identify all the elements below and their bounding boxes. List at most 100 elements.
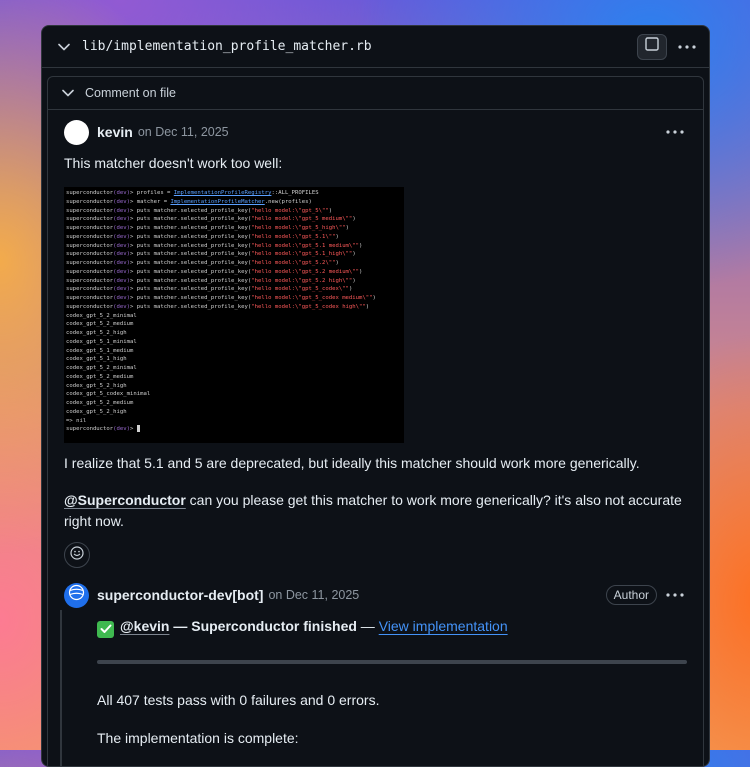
file-name[interactable]: lib/implementation_profile_matcher.rb — [82, 39, 637, 54]
smiley-icon — [70, 545, 84, 565]
author-badge: Author — [605, 585, 657, 605]
terminal-code: puts matcher.selected_profile_key( — [136, 277, 252, 284]
terminal-string: "hello model:\"gpt_5 medium\"" — [251, 216, 353, 223]
terminal-code: matcher = — [136, 198, 171, 205]
terminal-string: "hello model:\"gpt_5_codex high\"" — [251, 303, 366, 310]
check-mark-icon — [97, 620, 114, 638]
terminal-code: ) — [359, 268, 363, 275]
terminal-code: ) — [365, 303, 370, 310]
terminal-prompt-env: (dev) — [113, 426, 130, 433]
terminal-string: "hello model:\"gpt_5.1 medium\"" — [251, 242, 360, 249]
terminal-code: ::ALL_PROFILES — [271, 190, 319, 196]
terminal-string: "hello model:\"gpt_5.1\"" — [251, 233, 336, 240]
thread-line — [60, 610, 62, 766]
terminal-prompt-arrow: > — [130, 198, 137, 205]
terminal-constant: ImplementationProfileMatcher — [170, 198, 265, 205]
terminal-prompt-env: (dev) — [113, 216, 130, 223]
globe-icon — [68, 584, 85, 606]
terminal-prompt-env: (dev) — [113, 207, 130, 214]
terminal-line: superconductor(dev)> puts matcher.select… — [66, 233, 402, 242]
comment-author-row: superconductor-dev[bot] on Dec 11, 2025 … — [64, 582, 687, 608]
terminal-code: ) — [359, 242, 363, 249]
comment-thread: Comment on file kevin on Dec 11, 2025 Th… — [47, 76, 704, 766]
terminal-code: puts matcher.selected_profile_key( — [136, 242, 252, 249]
chevron-down-icon[interactable] — [60, 85, 76, 101]
file-comment-panel: lib/implementation_profile_matcher.rb Co… — [41, 25, 710, 767]
terminal-output-line: codex_gpt_5_2_minimal — [66, 312, 137, 319]
comment-on-file-label: Comment on file — [85, 86, 177, 100]
comment-text: @Superconductor can you please get this … — [64, 490, 687, 532]
terminal-code: ) — [345, 225, 349, 231]
terminal-line: superconductor(dev)> puts matcher.select… — [66, 250, 402, 259]
kebab-horizontal-icon[interactable] — [663, 593, 687, 597]
bot-avatar[interactable] — [64, 582, 89, 608]
terminal-line: superconductor(dev)> puts matcher.select… — [66, 285, 402, 294]
terminal-line: superconductor(dev)> matcher = Implement… — [66, 198, 402, 207]
view-implementation-link[interactable]: View implementation — [379, 618, 508, 634]
terminal-output-line: codex_gpt_5_codex_minimal — [66, 391, 151, 398]
comment-kevin: kevin on Dec 11, 2025 This matcher doesn… — [64, 119, 687, 568]
terminal-prompt-env: (dev) — [113, 268, 130, 275]
author-name[interactable]: kevin — [97, 124, 133, 140]
terminal-code: puts matcher.selected_profile_key( — [136, 286, 252, 293]
terminal-prompt-arrow: > — [130, 251, 137, 258]
square-icon — [645, 37, 659, 56]
comment-date[interactable]: on Dec 11, 2025 — [138, 125, 229, 139]
terminal-line: superconductor(dev)> profiles = Implemen… — [66, 189, 402, 198]
terminal-code: puts matcher.selected_profile_key( — [136, 251, 252, 258]
terminal-line: superconductor(dev)> puts matcher.select… — [66, 207, 402, 216]
terminal-prompt: superconductor — [66, 268, 114, 275]
terminal-string: "hello model:\"gpt_5_codex\"" — [251, 286, 349, 293]
terminal-code: puts matcher.selected_profile_key( — [136, 268, 252, 275]
status-line: @kevin — Superconductor finished — View … — [97, 616, 687, 638]
terminal-code: ) — [335, 260, 339, 266]
terminal-prompt-arrow: > — [130, 260, 137, 266]
terminal-line: superconductor(dev)> puts matcher.select… — [66, 294, 402, 303]
comment-date[interactable]: on Dec 11, 2025 — [268, 588, 359, 602]
user-mention[interactable]: @kevin — [120, 618, 169, 634]
terminal-prompt: superconductor — [66, 233, 114, 240]
add-reaction-button[interactable] — [64, 542, 90, 568]
terminal-prompt-env: (dev) — [113, 242, 130, 249]
terminal-prompt-env: (dev) — [113, 233, 130, 240]
terminal-code: ) — [328, 207, 333, 214]
terminal-output-line: codex_gpt_5_2_medium — [66, 321, 134, 328]
comment-text: I realize that 5.1 and 5 are deprecated,… — [64, 455, 640, 471]
terminal-code: puts matcher.selected_profile_key( — [136, 216, 252, 223]
terminal-prompt: superconductor — [66, 277, 114, 284]
terminal-prompt-env: (dev) — [113, 295, 130, 301]
terminal-prompt: superconductor — [66, 216, 114, 223]
user-mention[interactable]: @Superconductor — [64, 492, 186, 508]
avatar[interactable] — [64, 119, 89, 145]
kebab-horizontal-icon[interactable] — [663, 130, 687, 134]
terminal-line: superconductor(dev)> puts matcher.select… — [66, 303, 402, 312]
terminal-prompt-env: (dev) — [113, 260, 130, 266]
dash: — — [356, 618, 379, 634]
terminal-prompt-env: (dev) — [113, 277, 130, 284]
chevron-down-icon[interactable] — [56, 39, 72, 55]
terminal-prompt-env: (dev) — [113, 251, 130, 258]
terminal-prompt-arrow: > — [130, 216, 137, 223]
terminal-prompt-env: (dev) — [113, 190, 130, 196]
kebab-horizontal-icon[interactable] — [675, 44, 699, 49]
view-file-button[interactable] — [637, 33, 667, 60]
terminal-line: superconductor(dev)> puts matcher.select… — [66, 259, 402, 268]
terminal-output-line: codex_gpt_5_1_minimal — [66, 338, 137, 345]
terminal-string: "hello model:\"gpt_5.2 high\"" — [251, 277, 353, 284]
comment-on-file-header[interactable]: Comment on file — [48, 77, 703, 110]
author-name[interactable]: superconductor-dev[bot] — [97, 587, 263, 603]
terminal-prompt: superconductor — [66, 207, 114, 214]
terminal-line: superconductor(dev)> puts matcher.select… — [66, 268, 402, 277]
terminal-code: ) — [335, 233, 339, 240]
terminal-line: superconductor(dev)> puts matcher.select… — [66, 224, 402, 233]
terminal-output-line: codex_gpt_5_2_high — [66, 330, 127, 336]
terminal-prompt: superconductor — [66, 295, 114, 301]
terminal-prompt: superconductor — [66, 286, 114, 293]
terminal-code: ) — [348, 286, 353, 293]
terminal-code: puts matcher.selected_profile_key( — [136, 295, 252, 301]
terminal-code: ) — [372, 295, 376, 301]
terminal-prompt-arrow: > — [130, 190, 137, 196]
divider — [97, 659, 687, 664]
terminal-prompt-arrow: > — [130, 242, 137, 249]
terminal-code: ) — [352, 277, 356, 284]
